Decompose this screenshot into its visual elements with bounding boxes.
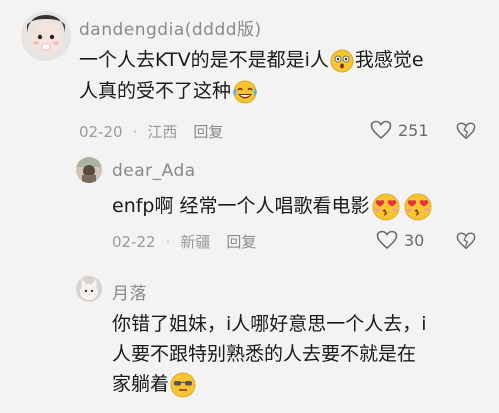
like-button[interactable]: 30	[376, 230, 424, 250]
girl-face-avatar-icon	[21, 11, 71, 61]
surprised-face-icon	[330, 49, 354, 73]
reply-button[interactable]: 回复	[226, 231, 256, 252]
comment-meta: 02-22 · 新疆 回复	[112, 231, 256, 252]
separator-dot: ·	[132, 122, 138, 141]
dislike-button[interactable]	[456, 231, 476, 251]
comment-date: 02-22	[112, 232, 156, 251]
comment-username[interactable]: dear_Ada	[112, 161, 196, 181]
avatar-dear-ada[interactable]	[76, 157, 102, 183]
comment-meta: 02-20 · 江西 回复	[79, 121, 223, 142]
like-count: 30	[404, 230, 425, 250]
cat-avatar-icon	[76, 276, 102, 302]
comment-text-line: 人真的受不了这种	[79, 80, 232, 102]
broken-heart-icon	[456, 232, 476, 250]
comment-text-line: 人要不跟特别熟悉的人去要不就是在	[112, 343, 417, 365]
comment-text-line: 家躺着	[112, 373, 170, 395]
comment-text: 你错了姐妹，i人哪好意思一个人去，i 人要不跟特别熟悉的人去要不就是在 家躺着	[112, 309, 492, 399]
crying-laughing-face-icon	[232, 80, 258, 104]
comment-username[interactable]: 月落	[112, 279, 147, 304]
sunglasses-smirk-face-icon	[170, 372, 196, 398]
comment-text: 一个人去KTV的是不是都是i人 我感觉e 人真的受不了这种	[79, 45, 489, 107]
comment-date: 02-20	[79, 122, 123, 141]
separator-dot: ·	[165, 232, 171, 251]
comment-text-line: enfp啊 经常一个人唱歌看电影	[112, 195, 370, 217]
comment-location: 新疆	[180, 233, 211, 251]
avatar-yueluo[interactable]	[76, 276, 102, 302]
reply-button[interactable]: 回复	[193, 121, 223, 142]
comment-location: 江西	[147, 123, 178, 141]
broken-heart-icon	[456, 122, 476, 140]
comment-text-line: 你错了姐妹，i人哪好意思一个人去，i	[112, 313, 427, 335]
comment-username[interactable]: dandengdia(dddd版)	[79, 15, 262, 40]
like-count: 251	[398, 120, 429, 140]
comment-text: enfp啊 经常一个人唱歌看电影	[112, 191, 492, 222]
avatar-dandengdia[interactable]	[21, 11, 71, 61]
comment-text-line: 我感觉e	[354, 49, 424, 71]
comment-text-line: 一个人去KTV的是不是都是i人	[79, 49, 329, 71]
photo-avatar-icon	[76, 157, 102, 183]
heart-icon	[370, 120, 392, 140]
dislike-button[interactable]	[456, 121, 476, 141]
like-button[interactable]: 251	[370, 120, 429, 140]
heart-icon	[376, 230, 398, 250]
heart-eyes-face-icon	[403, 193, 433, 221]
heart-eyes-face-icon	[371, 193, 401, 221]
